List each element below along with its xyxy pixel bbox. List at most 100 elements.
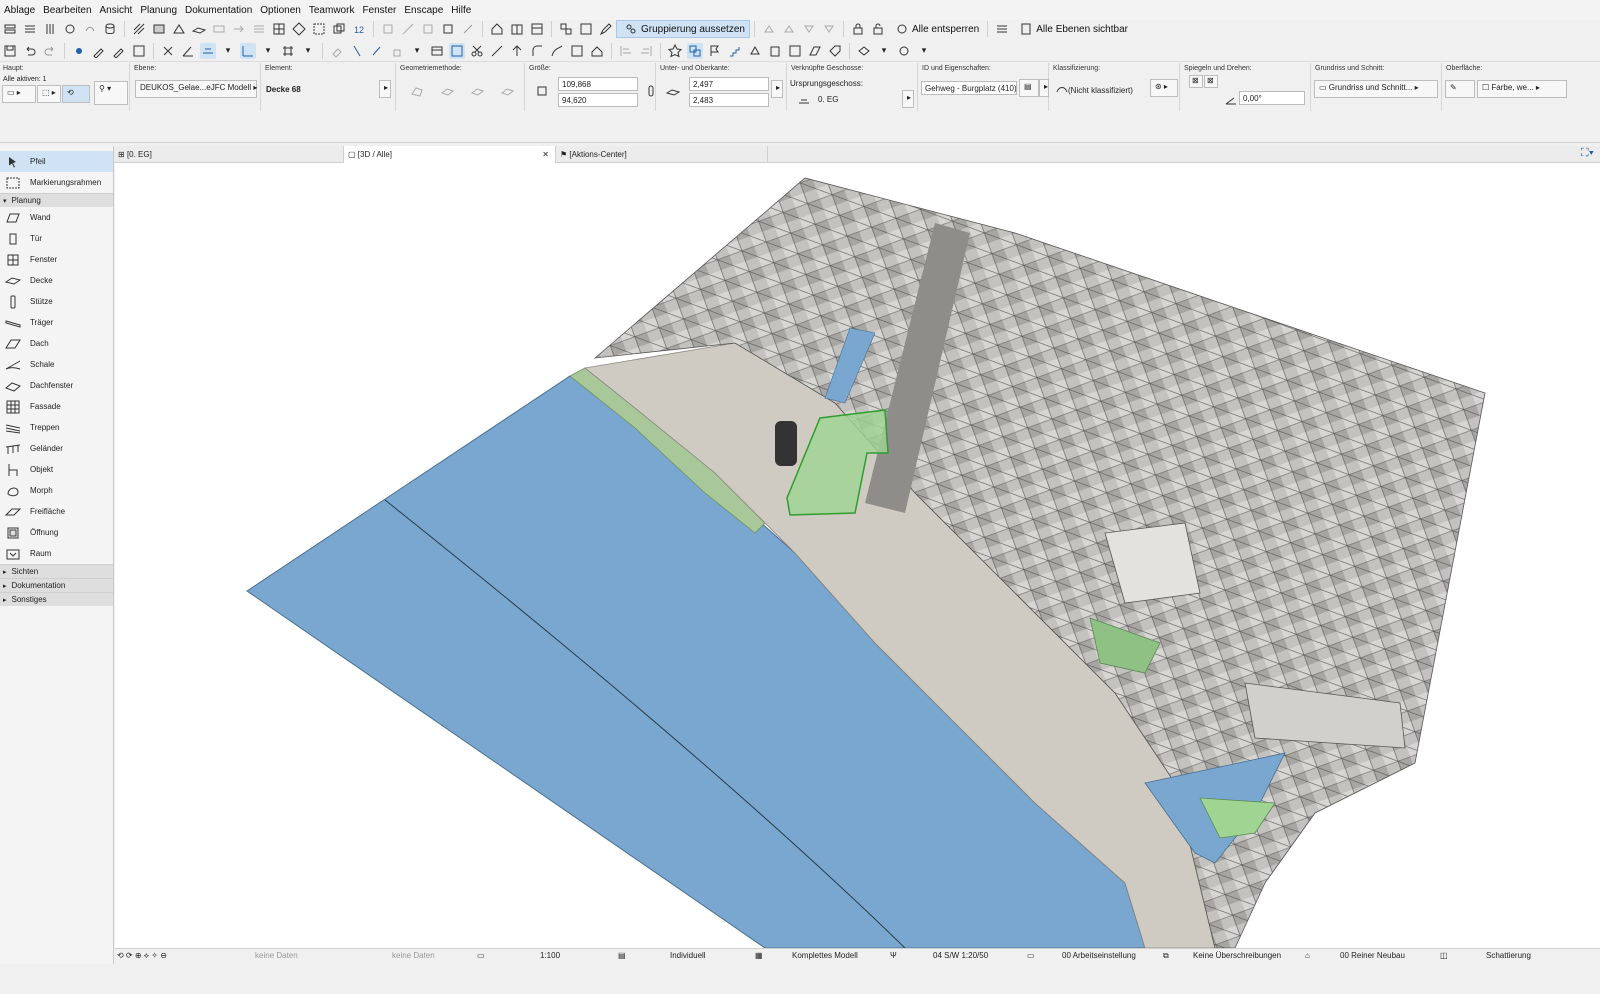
- arch-icon[interactable]: [171, 21, 187, 37]
- tool-column[interactable]: Stütze: [0, 291, 113, 312]
- padlock-icon[interactable]: [389, 43, 405, 59]
- rooms-icon[interactable]: [787, 43, 803, 59]
- pick-icon[interactable]: [71, 43, 87, 59]
- flag-icon[interactable]: [707, 43, 723, 59]
- dropdown-4-icon[interactable]: ▾: [409, 43, 425, 59]
- classification-button[interactable]: ⊛ ▸: [1150, 79, 1178, 97]
- status-scale[interactable]: 1:100: [540, 951, 560, 960]
- tab-3d[interactable]: ▢ [3D / Alle] ✕: [344, 146, 556, 163]
- explode-icon[interactable]: [420, 21, 436, 37]
- fit-icon[interactable]: [440, 21, 456, 37]
- sun-icon[interactable]: [896, 43, 912, 59]
- class-value[interactable]: (Nicht klassifiziert): [1068, 86, 1133, 95]
- dropdown-icon[interactable]: ▾: [220, 43, 236, 59]
- view-icon[interactable]: [856, 43, 872, 59]
- group-pause-button[interactable]: Gruppierung aussetzen: [616, 20, 750, 38]
- menu-ansicht[interactable]: Ansicht: [96, 5, 137, 16]
- id-arrow-button[interactable]: ▸: [1039, 79, 1049, 97]
- triangle-down-2-icon[interactable]: [821, 21, 837, 37]
- edge-top-field[interactable]: 2,497: [689, 77, 769, 91]
- redo-icon[interactable]: [42, 43, 58, 59]
- status-layer-combo[interactable]: Individuell: [670, 951, 706, 960]
- menu-planung[interactable]: Planung: [136, 5, 181, 16]
- tool-marquee[interactable]: Markierungsrahmen: [0, 172, 113, 193]
- slab-icon[interactable]: [191, 21, 207, 37]
- geometry-polygon-icon[interactable]: [409, 83, 425, 99]
- tool-shell[interactable]: Schale: [0, 354, 113, 375]
- offset-icon[interactable]: [569, 43, 585, 59]
- redo-stack-icon[interactable]: [82, 21, 98, 37]
- view-options-icon[interactable]: ⛶▾: [1581, 147, 1594, 160]
- status-renovation[interactable]: 00 Reiner Neubau: [1340, 951, 1405, 960]
- select-box-icon[interactable]: [311, 21, 327, 37]
- status-pen-set[interactable]: 04 S/W 1:20/50: [933, 951, 988, 960]
- rotate-icon[interactable]: [62, 21, 78, 37]
- size-x-field[interactable]: 109,868: [558, 77, 638, 91]
- status-overrides[interactable]: Keine Überschreibungen: [1193, 951, 1281, 960]
- curve-icon[interactable]: [549, 43, 565, 59]
- snap-icon[interactable]: [160, 43, 176, 59]
- group-planung[interactable]: ▾ Planung: [0, 193, 113, 207]
- tool-railing[interactable]: Geländer: [0, 438, 113, 459]
- status-model-view[interactable]: Komplettes Modell: [792, 951, 858, 960]
- cylinder-icon[interactable]: [102, 21, 118, 37]
- wall-icon[interactable]: [807, 43, 823, 59]
- close-tab-icon[interactable]: ✕: [542, 146, 549, 163]
- geometry-rect-icon[interactable]: [439, 83, 455, 99]
- house-icon[interactable]: [489, 21, 505, 37]
- align-left-icon[interactable]: [618, 43, 634, 59]
- unlock-icon[interactable]: [870, 21, 886, 37]
- layout-icon[interactable]: [529, 21, 545, 37]
- group-dokumentation[interactable]: ▸ Dokumentation: [0, 578, 113, 592]
- split-icon[interactable]: [489, 43, 505, 59]
- scissors-icon[interactable]: [469, 43, 485, 59]
- size-y-field[interactable]: 94,620: [558, 93, 638, 107]
- arrow-right-icon[interactable]: [231, 21, 247, 37]
- tool-stairs[interactable]: Treppen: [0, 417, 113, 438]
- hatch-icon[interactable]: [131, 21, 147, 37]
- id-field[interactable]: Gehweg - Burgplatz (410): [921, 81, 1017, 95]
- story-arrow-button[interactable]: ▸: [902, 90, 914, 108]
- align-right-icon[interactable]: [638, 43, 654, 59]
- menu-hilfe[interactable]: Hilfe: [447, 5, 475, 16]
- adjust-icon[interactable]: [509, 43, 525, 59]
- tool-beam[interactable]: Träger: [0, 312, 113, 333]
- triangle-up-2-icon[interactable]: [781, 21, 797, 37]
- rotate-view-button[interactable]: ⟲: [62, 85, 90, 103]
- tab-action-center[interactable]: ⚑ [Aktions-Center]: [556, 146, 768, 163]
- tool-curtain-wall[interactable]: Fassade: [0, 396, 113, 417]
- triangle-down-icon[interactable]: [801, 21, 817, 37]
- save-icon[interactable]: [2, 43, 18, 59]
- mirror-x-button[interactable]: ⊠: [1189, 75, 1203, 88]
- frame-icon[interactable]: [211, 21, 227, 37]
- tool-window[interactable]: Fenster: [0, 249, 113, 270]
- elevation-icon[interactable]: [687, 42, 703, 59]
- stack-icon[interactable]: [22, 21, 38, 37]
- edges-arrow-button[interactable]: ▸: [771, 80, 783, 98]
- pen-icon[interactable]: [598, 21, 614, 37]
- grid-box-icon[interactable]: [271, 21, 287, 37]
- status-work-env[interactable]: 00 Arbeitseinstellung: [1062, 951, 1136, 960]
- unlock-all-button[interactable]: Alle entsperren: [888, 20, 983, 38]
- settings-figure-button[interactable]: ⚲ ▾: [94, 81, 128, 105]
- dropdown-3-icon[interactable]: ▾: [300, 43, 316, 59]
- syringe-icon[interactable]: [111, 43, 127, 59]
- eyedropper-icon[interactable]: [91, 43, 107, 59]
- menu-enscape[interactable]: Enscape: [400, 5, 447, 16]
- tool-slab[interactable]: Decke: [0, 270, 113, 291]
- edge-bottom-field[interactable]: 2,483: [689, 93, 769, 107]
- tool-open-space[interactable]: Freifläche: [0, 501, 113, 522]
- stairs-icon[interactable]: [727, 43, 743, 59]
- tool-opening[interactable]: Öffnung: [0, 522, 113, 543]
- magic-icon[interactable]: [131, 43, 147, 59]
- trim-icon[interactable]: [460, 21, 476, 37]
- select-frame-icon[interactable]: [449, 42, 465, 59]
- layer-select[interactable]: DEUKOS_Gelae...eJFC Modell ▸: [135, 80, 257, 98]
- align-icon[interactable]: [380, 21, 396, 37]
- surface-paint-button[interactable]: ✎: [1445, 80, 1475, 98]
- diamond-icon[interactable]: [291, 21, 307, 37]
- guide-line-icon[interactable]: [200, 42, 216, 59]
- triangle-up-icon[interactable]: [761, 21, 777, 37]
- tool-zone[interactable]: Raum: [0, 543, 113, 564]
- menu-optionen[interactable]: Optionen: [256, 5, 305, 16]
